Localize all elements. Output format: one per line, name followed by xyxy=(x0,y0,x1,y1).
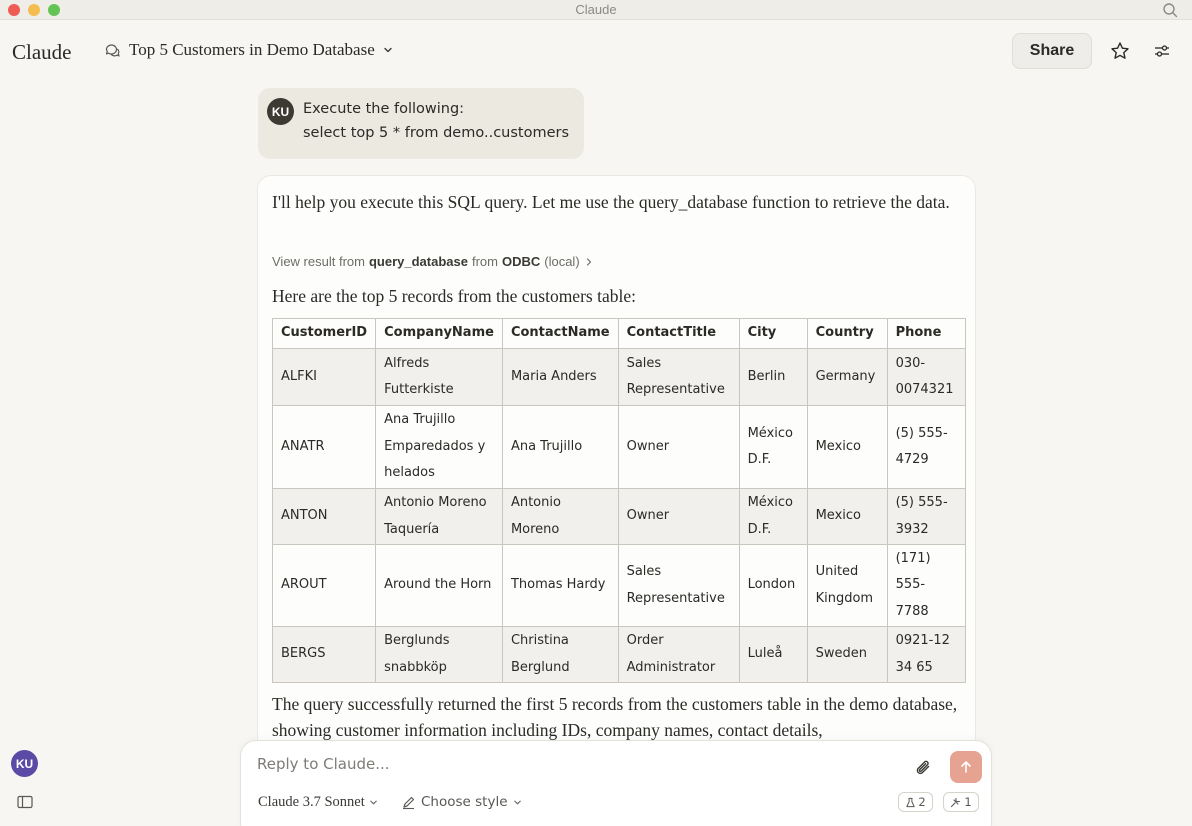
chevron-down-icon xyxy=(384,47,392,53)
table-cell: Owner xyxy=(617,488,740,545)
table-cell: Germany xyxy=(806,348,888,406)
conversation-title-menu[interactable]: Top 5 Customers in Demo Database xyxy=(104,40,393,60)
star-icon[interactable] xyxy=(1109,40,1131,62)
style-label: Choose style xyxy=(421,794,508,810)
table-cell: Mexico xyxy=(806,405,888,489)
tool-name: query_database xyxy=(368,254,468,269)
table-cell: Maria Anders xyxy=(501,348,619,406)
account-avatar[interactable]: KU xyxy=(11,750,38,777)
table-cell: Order Administrator xyxy=(617,626,740,683)
tool-link-suffix: (local) xyxy=(544,254,580,269)
pen-style-icon xyxy=(403,796,415,809)
flask-icon xyxy=(906,797,915,807)
tool-result-link[interactable]: View result from query_database from ODB… xyxy=(272,254,594,269)
settings-sliders-icon[interactable] xyxy=(1151,40,1173,62)
table-header-row: CustomerID CompanyName ContactName Conta… xyxy=(271,318,966,349)
column-header: Country xyxy=(806,318,888,349)
paperclip-icon[interactable] xyxy=(914,758,934,778)
tool-link-prefix: View result from xyxy=(272,254,365,269)
sidebar-toggle-icon[interactable] xyxy=(17,795,33,809)
column-header: Phone xyxy=(886,318,966,349)
model-name: Claude 3.7 Sonnet xyxy=(258,794,365,810)
table-cell: Luleå xyxy=(738,626,808,683)
table-cell: Thomas Hardy xyxy=(501,544,619,627)
table-cell: 0921-12 34 65 xyxy=(886,626,966,683)
table-cell: BERGS xyxy=(271,626,377,683)
app-header: Claude Top 5 Customers in Demo Database … xyxy=(0,20,1192,82)
column-header: ContactTitle xyxy=(617,318,740,349)
model-selector[interactable]: Claude 3.7 Sonnet xyxy=(258,794,378,811)
reply-composer: Claude 3.7 Sonnet Choose style 2 1 xyxy=(240,740,992,826)
conversation-title: Top 5 Customers in Demo Database xyxy=(129,40,375,59)
table-cell: Owner xyxy=(617,405,740,489)
table-cell: Sweden xyxy=(806,626,888,683)
table-cell: London xyxy=(738,544,808,627)
window-title: Claude xyxy=(575,2,617,17)
chevron-down-icon xyxy=(513,800,521,804)
table-row: ALFKI Alfreds Futterkiste Maria Anders S… xyxy=(271,348,966,406)
tools-count: 2 xyxy=(918,795,926,809)
chevron-right-icon xyxy=(586,257,591,266)
share-button[interactable]: Share xyxy=(1012,33,1092,69)
column-header: ContactName xyxy=(501,318,619,349)
arrow-up-icon xyxy=(961,761,971,773)
user-message-line: select top 5 * from demo..customers xyxy=(303,125,570,141)
chat-bubbles-icon xyxy=(105,43,120,57)
assistant-intro: I'll help you execute this SQL query. Le… xyxy=(272,192,950,212)
table-row: ANTON Antonio Moreno Taquería Antonio Mo… xyxy=(271,488,966,545)
table-row: ANATR Ana Trujillo Emparedados y helados… xyxy=(271,405,966,489)
table-cell: 030-0074321 xyxy=(886,348,966,406)
table-cell: Christina Berglund xyxy=(501,626,619,683)
results-table: CustomerID CompanyName ContactName Conta… xyxy=(271,318,966,683)
table-cell: México D.F. xyxy=(738,405,808,489)
table-cell: United Kingdom xyxy=(806,544,888,627)
table-row: AROUT Around the Horn Thomas Hardy Sales… xyxy=(271,544,966,627)
table-cell: (5) 555-3932 xyxy=(886,488,966,545)
chevron-down-icon xyxy=(369,800,377,805)
server-name: ODBC xyxy=(501,254,541,269)
assistant-message: I'll help you execute this SQL query. Le… xyxy=(257,175,976,775)
table-cell: Sales Representative xyxy=(617,544,740,627)
tools-badge[interactable]: 2 xyxy=(898,792,933,812)
column-header: CustomerID xyxy=(271,318,377,349)
send-button[interactable] xyxy=(950,751,982,783)
table-cell: Antonio Moreno Taquería xyxy=(375,488,503,545)
table-cell: Sales Representative xyxy=(617,348,740,406)
integrations-count: 1 xyxy=(964,795,972,809)
user-message: KU Execute the following: select top 5 *… xyxy=(258,88,584,159)
reply-input[interactable] xyxy=(257,753,877,775)
table-cell: Antonio Moreno xyxy=(501,488,619,545)
integrations-badge[interactable]: 1 xyxy=(943,792,979,812)
table-cell: (5) 555-4729 xyxy=(886,405,966,489)
table-cell: Around the Horn xyxy=(375,544,503,627)
table-cell: ANTON xyxy=(271,488,377,545)
column-header: City xyxy=(738,318,808,349)
table-cell: Mexico xyxy=(806,488,888,545)
search-icon[interactable] xyxy=(1162,2,1178,18)
table-cell: Ana Trujillo xyxy=(501,405,619,489)
table-cell: Ana Trujillo Emparedados y helados xyxy=(375,405,503,489)
assistant-summary: The query successfully returned the firs… xyxy=(272,694,958,740)
table-cell: Berglunds snabbköp xyxy=(375,626,503,683)
claude-logo[interactable]: Claude xyxy=(12,40,71,65)
user-message-line: Execute the following: xyxy=(303,101,465,117)
table-row: BERGS Berglunds snabbköp Christina Bergl… xyxy=(271,626,966,683)
table-cell: Alfreds Futterkiste xyxy=(375,348,503,406)
window-titlebar: Claude xyxy=(0,0,1192,20)
plug-icon xyxy=(951,797,961,807)
table-cell: México D.F. xyxy=(738,488,808,545)
table-cell: ALFKI xyxy=(271,348,377,406)
style-selector[interactable]: Choose style xyxy=(401,794,522,810)
user-avatar: KU xyxy=(267,98,294,125)
table-cell: AROUT xyxy=(271,544,377,627)
tool-link-mid: from xyxy=(471,254,498,269)
table-cell: ANATR xyxy=(271,405,377,489)
assistant-lead: Here are the top 5 records from the cust… xyxy=(272,286,636,306)
table-cell: Berlin xyxy=(738,348,808,406)
table-cell: (171) 555-7788 xyxy=(886,544,966,627)
column-header: CompanyName xyxy=(375,318,503,349)
